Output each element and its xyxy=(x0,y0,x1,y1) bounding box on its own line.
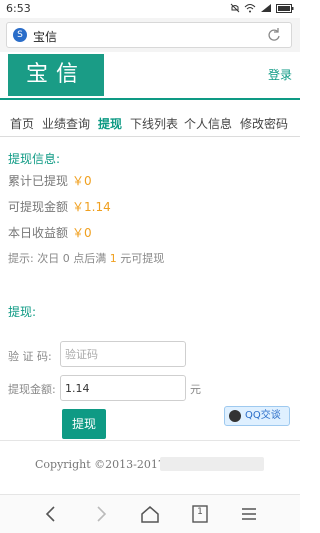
available-amount-row: 可提现金额 ￥1.14 xyxy=(8,198,111,215)
nav-item-profile[interactable]: 个人信息 xyxy=(184,115,232,132)
login-link[interactable]: 登录 xyxy=(268,66,292,83)
status-bar: 6:53 xyxy=(0,0,300,18)
status-icons xyxy=(230,3,294,16)
footer-copyright: Copyright ©2013-2017 xyxy=(35,458,165,471)
captcha-input[interactable] xyxy=(60,341,186,367)
back-icon[interactable] xyxy=(40,503,62,525)
nav-item-home[interactable]: 首页 xyxy=(10,115,34,132)
home-icon[interactable] xyxy=(139,503,161,525)
total-withdrawn-row: 累计已提现 ￥0 xyxy=(8,172,92,189)
hint-number: 1 xyxy=(109,252,117,265)
battery-icon xyxy=(276,3,294,16)
footer-divider xyxy=(0,440,300,441)
main-nav: 首页 业绩查询 提现 下线列表 个人信息 修改密码 xyxy=(0,112,300,137)
tab-count: 1 xyxy=(197,507,203,517)
page: 6:53 S 宝信 宝信 登录 首页 业绩查询 提现 下线列表 个人信息 修改密… xyxy=(0,0,300,533)
tabs-icon[interactable]: 1 xyxy=(189,503,211,525)
withdraw-hint: 提示: 次日 0 点后满 1 元可提现 xyxy=(8,250,164,266)
captcha-label: 验 证 码: xyxy=(8,350,52,363)
available-amount-label: 可提现金额 xyxy=(8,200,69,214)
site-logo[interactable]: 宝信 xyxy=(8,54,104,96)
forward-icon[interactable] xyxy=(90,503,112,525)
menu-icon[interactable] xyxy=(238,503,260,525)
page-tab-title: 宝信 xyxy=(33,30,58,44)
withdraw-form-title: 提现: xyxy=(8,305,37,319)
nav-item-withdraw[interactable]: 提现 xyxy=(98,115,122,132)
withdraw-info-title: 提现信息: xyxy=(8,152,61,166)
hint-prefix: 提示: 次日 0 点后满 xyxy=(8,252,107,265)
footer-redacted-text xyxy=(160,457,264,471)
nav-item-change-password[interactable]: 修改密码 xyxy=(240,115,288,132)
browser-toolbar: S 宝信 xyxy=(0,18,300,52)
status-time: 6:53 xyxy=(6,2,31,15)
available-amount-value: ￥1.14 xyxy=(72,200,111,214)
qq-penguin-icon xyxy=(229,410,241,422)
site-favicon-icon: S xyxy=(13,28,27,42)
nav-item-downline[interactable]: 下线列表 xyxy=(130,115,178,132)
today-earnings-label: 本日收益额 xyxy=(8,226,69,240)
total-withdrawn-label: 累计已提现 xyxy=(8,174,69,188)
qq-chat-button[interactable]: QQ交谈 xyxy=(224,406,290,426)
wifi-icon xyxy=(244,3,256,16)
site-header: 宝信 登录 xyxy=(0,52,300,100)
nav-item-performance[interactable]: 业绩查询 xyxy=(42,115,90,132)
amount-unit: 元 xyxy=(190,383,201,396)
total-withdrawn-value: ￥0 xyxy=(72,174,92,188)
amount-input[interactable] xyxy=(60,375,186,401)
amount-label: 提现金额: xyxy=(8,383,56,396)
hint-suffix: 元可提现 xyxy=(120,252,165,265)
today-earnings-value: ￥0 xyxy=(72,226,92,240)
qq-chat-label: QQ交谈 xyxy=(245,410,281,421)
browser-bottom-bar: 1 xyxy=(0,494,300,533)
today-earnings-row: 本日收益额 ￥0 xyxy=(8,224,92,241)
signal-icon xyxy=(260,3,272,16)
mute-icon xyxy=(230,3,240,16)
reload-icon[interactable] xyxy=(265,26,283,44)
withdraw-submit-button[interactable]: 提现 xyxy=(62,409,106,439)
address-bar[interactable]: S 宝信 xyxy=(6,22,292,48)
